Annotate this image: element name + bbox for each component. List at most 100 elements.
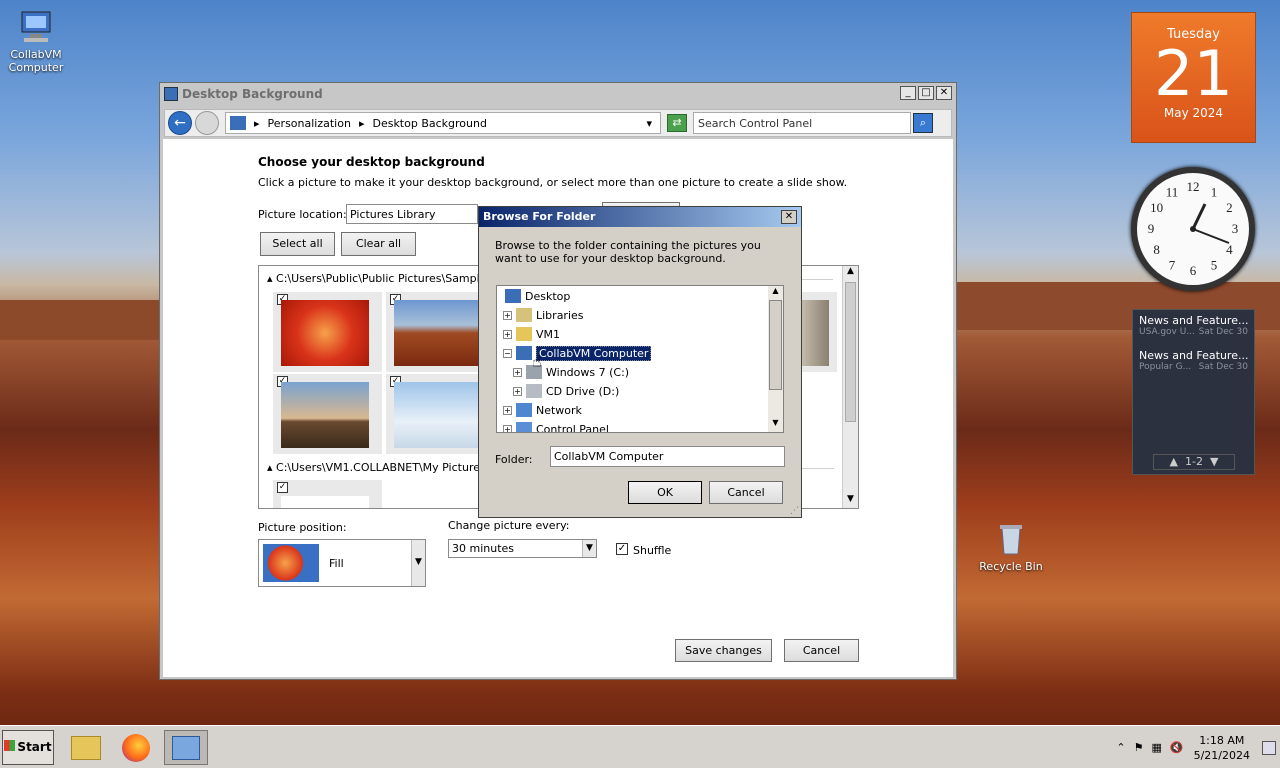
desktop-icon-computer[interactable]: CollabVM Computer xyxy=(4,10,68,74)
news-item[interactable]: News and Feature... Popular G... Sat Dec … xyxy=(1133,345,1254,372)
news-gadget[interactable]: News and Feature... USA.gov U... Sat Dec … xyxy=(1132,309,1255,475)
scroll-down-icon[interactable]: ▼ xyxy=(768,418,783,432)
change-every-label: Change picture every: xyxy=(448,519,570,532)
scroll-down-icon[interactable]: ▼ xyxy=(843,494,858,508)
start-button[interactable]: Start xyxy=(2,730,54,765)
expand-icon[interactable]: + xyxy=(503,310,512,320)
maximize-button[interactable]: □ xyxy=(918,86,934,100)
ok-button[interactable]: OK xyxy=(628,481,702,504)
tree-node-label: CollabVM Computer xyxy=(536,345,652,361)
picture-location-dropdown[interactable]: Pictures Library xyxy=(346,204,478,224)
save-changes-button[interactable]: Save changes xyxy=(675,639,772,662)
dialog-close-button[interactable]: ✕ xyxy=(781,210,797,224)
breadcrumb-separator-icon[interactable]: ▸ xyxy=(254,117,260,130)
refresh-button[interactable]: ⇄ xyxy=(667,114,687,132)
windows-logo-icon xyxy=(4,740,16,751)
tree-node-label: Desktop xyxy=(525,289,571,303)
collapse-icon[interactable]: − xyxy=(503,348,512,358)
picture-thumbnail[interactable]: ✓ xyxy=(273,292,382,372)
clock[interactable]: 1:18 AM 5/21/2024 xyxy=(1194,733,1250,763)
breadcrumb-personalization[interactable]: Personalization xyxy=(268,117,351,130)
show-desktop-icon[interactable] xyxy=(1262,740,1276,755)
clock-gadget[interactable]: 12 1 2 3 4 5 6 7 8 9 10 11 xyxy=(1131,167,1255,291)
picture-thumbnail[interactable] xyxy=(797,292,837,372)
scroll-thumb[interactable] xyxy=(769,300,782,390)
show-hidden-icons-icon[interactable]: ⌃ xyxy=(1116,741,1125,754)
dialog-title[interactable]: Browse For Folder xyxy=(479,207,801,227)
clock-numeral: 10 xyxy=(1150,200,1163,215)
thumbnail-checkbox[interactable]: ✓ xyxy=(277,482,288,493)
pager-next-icon[interactable]: ▼ xyxy=(1210,455,1218,468)
group-path[interactable]: ▴ C:\Users\VM1.COLLABNET\My Pictures (1) xyxy=(267,461,505,474)
volume-muted-icon[interactable]: 🔇 xyxy=(1170,741,1184,754)
shuffle-checkbox[interactable]: ✓ xyxy=(616,543,628,555)
network-icon[interactable]: ▦ xyxy=(1151,741,1161,754)
tree-scrollbar[interactable]: ▲ ▼ xyxy=(768,286,783,432)
tree-node-control-panel[interactable]: + Control Panel xyxy=(503,420,609,432)
tree-node-collabvm-computer[interactable]: − CollabVM Computer xyxy=(503,344,652,362)
forward-button[interactable] xyxy=(195,111,219,135)
desktop-icon-recycle-bin[interactable]: Recycle Bin xyxy=(979,522,1043,573)
clock-numeral: 6 xyxy=(1190,263,1197,278)
cancel-button[interactable]: Cancel xyxy=(784,639,859,662)
tree-node-desktop[interactable]: Desktop xyxy=(505,287,570,305)
news-source: USA.gov U... xyxy=(1139,327,1195,337)
scroll-thumb[interactable] xyxy=(845,282,856,422)
news-item[interactable]: News and Feature... USA.gov U... Sat Dec … xyxy=(1133,310,1254,337)
calendar-gadget[interactable]: Tuesday 21 May 2024 xyxy=(1131,12,1256,143)
picture-position-value: Fill xyxy=(329,557,344,570)
breadcrumb-separator-icon[interactable]: ▸ xyxy=(359,117,365,130)
tree-node-label: Libraries xyxy=(536,308,584,322)
desktop-icon-label: Recycle Bin xyxy=(979,560,1043,573)
breadcrumb-desktop-background[interactable]: Desktop Background xyxy=(372,117,487,130)
tree-node-libraries[interactable]: + Libraries xyxy=(503,306,584,324)
scroll-up-icon[interactable]: ▲ xyxy=(768,286,783,300)
taskbar-firefox[interactable] xyxy=(114,730,158,765)
breadcrumb[interactable]: ▸ Personalization ▸ Desktop Background ▾ xyxy=(225,112,661,134)
back-button[interactable]: ← xyxy=(168,111,192,135)
page-description: Click a picture to make it your desktop … xyxy=(258,176,848,189)
chevron-down-icon[interactable]: ▼ xyxy=(411,540,425,586)
tree-node-cd-drive[interactable]: + CD Drive (D:) xyxy=(513,382,619,400)
chevron-down-icon[interactable]: ▼ xyxy=(582,540,596,557)
expand-icon[interactable]: + xyxy=(503,405,512,415)
picture-position-dropdown[interactable]: Fill ▼ xyxy=(258,539,426,587)
desktop-icon-label: CollabVM Computer xyxy=(8,48,64,74)
search-icon[interactable]: ⌕ xyxy=(913,113,933,133)
resize-grip-icon[interactable]: ⋰ xyxy=(790,506,799,516)
clear-all-button[interactable]: Clear all xyxy=(341,232,416,256)
page-title: Choose your desktop background xyxy=(258,155,485,169)
chevron-down-icon[interactable]: ▾ xyxy=(646,117,652,130)
firefox-icon xyxy=(122,734,150,762)
search-input[interactable]: Search Control Panel xyxy=(693,112,911,134)
tree-node-windows7-drive[interactable]: + Windows 7 (C:) xyxy=(513,363,629,381)
blank-image xyxy=(281,496,369,508)
tree-node-network[interactable]: + Network xyxy=(503,401,582,419)
dialog-cancel-button[interactable]: Cancel xyxy=(709,481,783,504)
news-pager[interactable]: ▲ 1-2 ▼ xyxy=(1153,454,1235,470)
picture-thumbnail[interactable]: ✓ xyxy=(273,480,382,508)
window-titlebar[interactable]: Desktop Background xyxy=(160,83,956,104)
pager-prev-icon[interactable]: ▲ xyxy=(1170,455,1178,468)
picture-thumbnail[interactable]: ✓ xyxy=(273,374,382,454)
minimize-button[interactable]: _ xyxy=(900,86,916,100)
clock-time: 1:18 AM xyxy=(1199,733,1245,747)
scroll-up-icon[interactable]: ▲ xyxy=(843,266,858,280)
group-path-text: C:\Users\VM1.COLLABNET\My Pictures (1) xyxy=(276,461,505,474)
grid-scrollbar[interactable]: ▲ ▼ xyxy=(842,266,858,508)
taskbar-explorer[interactable] xyxy=(64,730,108,765)
change-every-dropdown[interactable]: 30 minutes ▼ xyxy=(448,539,597,558)
select-all-button[interactable]: Select all xyxy=(260,232,335,256)
change-every-value: 30 minutes xyxy=(452,542,515,555)
expand-icon[interactable]: + xyxy=(503,424,512,432)
expand-icon[interactable]: + xyxy=(503,329,512,339)
folder-label: Folder: xyxy=(495,453,533,466)
browse-folder-dialog: Browse For Folder ✕ Browse to the folder… xyxy=(478,206,802,518)
close-button[interactable]: ✕ xyxy=(936,86,952,100)
taskbar-control-panel[interactable] xyxy=(164,730,208,765)
tree-node-vm1[interactable]: + VM1 xyxy=(503,325,560,343)
expand-icon[interactable]: + xyxy=(513,386,522,396)
action-center-flag-icon[interactable]: ⚑ xyxy=(1134,741,1144,754)
folder-field[interactable]: CollabVM Computer xyxy=(550,446,785,467)
expand-icon[interactable]: + xyxy=(513,367,522,377)
